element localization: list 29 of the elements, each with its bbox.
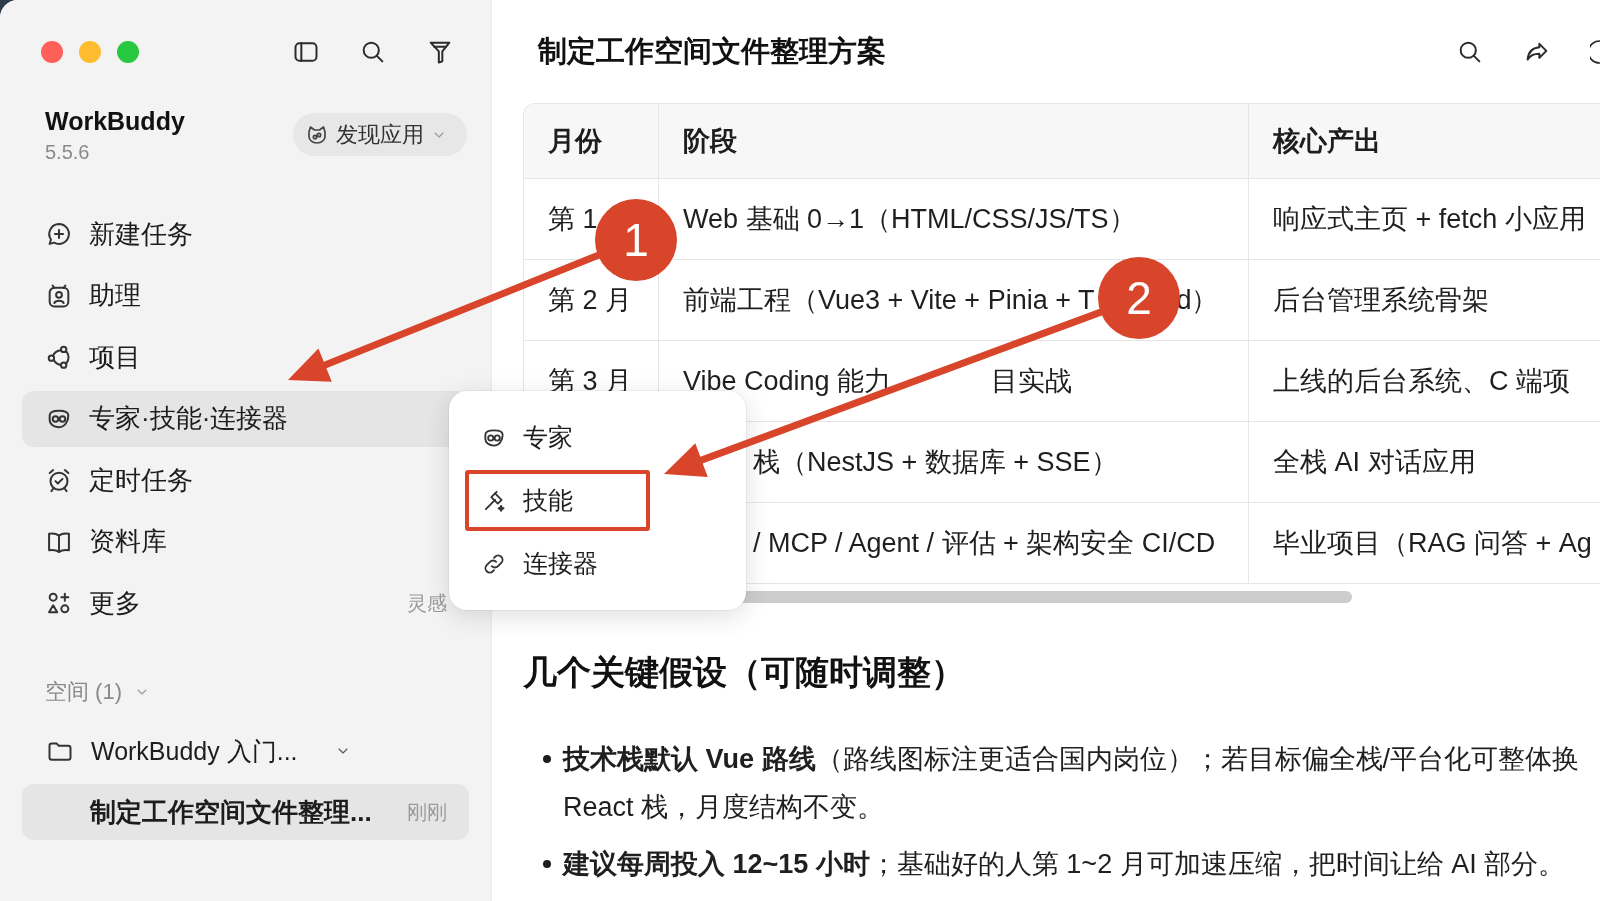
nav-item[interactable]: 更多 <box>22 575 407 631</box>
app-name: WorkBuddy <box>45 105 185 136</box>
table-cell-text: 响应式主页 + fetch 小应用 <box>1272 203 1587 236</box>
table-cell-text: 上线的后台系统、C 端项 <box>1272 365 1571 398</box>
column-header: 月份 <box>524 104 659 178</box>
column-header: 核心产出 <box>1271 125 1382 158</box>
table-cell-text: 后台管理系统骨架 <box>1272 284 1490 317</box>
table-cell-text: 全栈 AI 对话应用 <box>1272 446 1477 479</box>
bullet-text: 建议每周投入 12~15 小时；基础好的人第 1~2 月可加速压缩，把时间让给 AI 部分。 <box>563 848 1567 881</box>
nav-item[interactable]: 新建任务 <box>22 206 469 262</box>
bullet-icon <box>543 755 551 763</box>
discover-apps-button[interactable]: 发现应用 <box>293 113 467 156</box>
hint-label: 灵感 <box>407 590 447 616</box>
nodes-icon <box>45 343 73 371</box>
document-title: 制定工作空间文件整理方案 <box>538 33 886 69</box>
menu-item[interactable]: 技能 <box>465 470 650 531</box>
workspace-item[interactable]: WorkBuddy 入门... <box>22 726 469 776</box>
bullet-icon <box>543 860 551 868</box>
bullet-text: 技术栈默认 Vue 路线（路线图标注更适合国内岗位）；若目标偏全栈/平台化可整体换 React 栈，月度结构不变。 <box>563 743 1581 824</box>
nav-item[interactable]: 项目 <box>22 329 469 385</box>
conversation-item[interactable]: 制定工作空间文件整理... 刚刚 <box>22 784 469 840</box>
timestamp: 刚刚 <box>407 799 447 825</box>
nav-item[interactable]: 助理 <box>22 267 469 324</box>
version-label: 5.5.6 <box>45 139 91 164</box>
chat-plus-icon <box>45 220 73 248</box>
section-heading: 几个关键假设（可随时调整） <box>523 652 966 693</box>
column-header: 阶段 <box>659 104 1249 178</box>
close-button[interactable] <box>41 41 63 63</box>
table-cell-text: 毕业项目（RAG 问答 + Ag <box>1272 527 1593 560</box>
